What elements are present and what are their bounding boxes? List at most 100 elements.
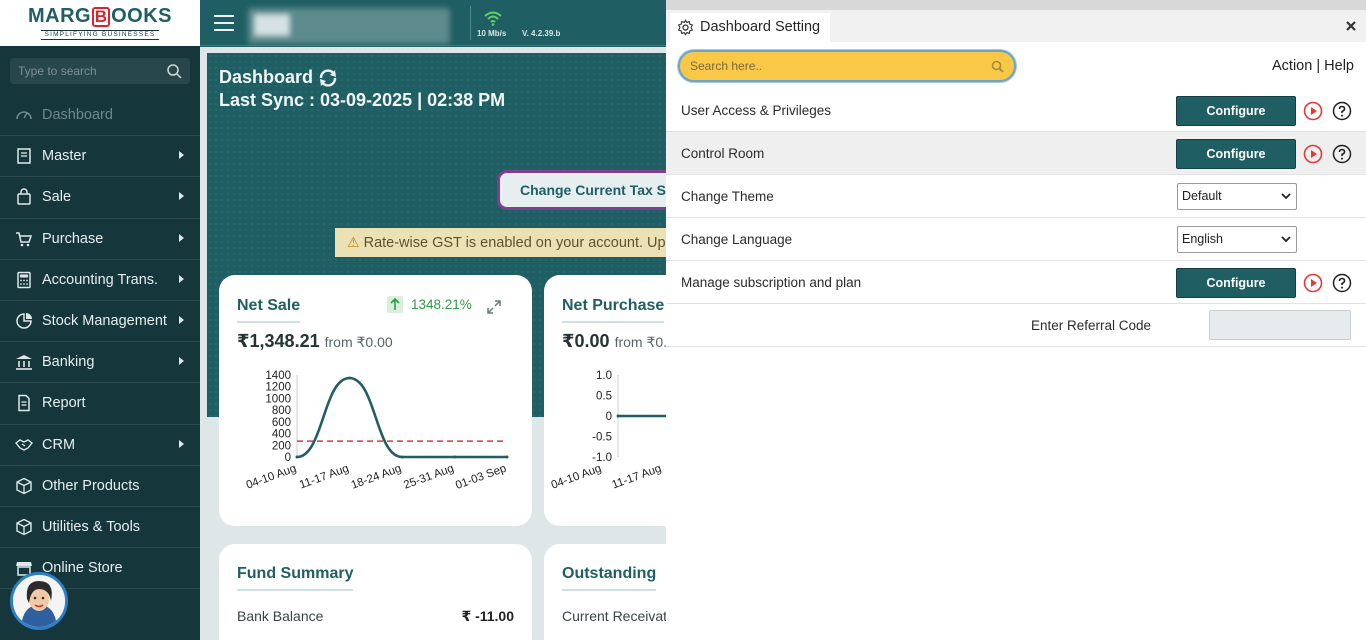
book-icon bbox=[14, 146, 34, 166]
sidebar-item-label: Dashboard bbox=[42, 107, 113, 124]
margbooks-logo[interactable]: MARG B OOKS SIMPLIFYING BUSINESSES bbox=[0, 0, 200, 46]
x-tick-label: 18-24 Aug bbox=[350, 463, 403, 492]
gst-notice-text: Rate-wise GST is enabled on your account… bbox=[363, 235, 675, 251]
sidebar-item-master[interactable]: Master bbox=[0, 136, 200, 178]
outstanding-card: Outstanding Current Receivat bbox=[544, 544, 684, 640]
sidebar-search bbox=[10, 58, 190, 84]
y-tick-label: 800 bbox=[272, 405, 291, 417]
settings-row-control-room: Control Room Configure bbox=[666, 132, 1366, 175]
sidebar-item-label: Master bbox=[42, 148, 87, 165]
configure-button[interactable]: Configure bbox=[1176, 96, 1296, 126]
help-icon[interactable] bbox=[1332, 144, 1352, 164]
data-point[interactable] bbox=[616, 414, 620, 418]
shopping-bag-icon bbox=[14, 187, 34, 207]
net-sale-change: 1348.21% bbox=[411, 297, 472, 312]
up-arrow-icon bbox=[387, 296, 403, 313]
data-point[interactable] bbox=[348, 376, 351, 380]
sidebar-item-purchase[interactable]: Purchase bbox=[0, 219, 200, 260]
chevron-right-icon bbox=[179, 151, 184, 160]
report-icon bbox=[14, 393, 34, 413]
data-point[interactable] bbox=[453, 455, 456, 459]
y-tick-label: 200 bbox=[272, 440, 291, 452]
settings-row-subscription: Manage subscription and plan Configure bbox=[666, 261, 1366, 304]
sidebar-item-label: Accounting Trans. bbox=[42, 271, 159, 288]
play-video-icon[interactable] bbox=[1303, 101, 1323, 121]
sidebar-item-stock-management[interactable]: Stock Management bbox=[0, 301, 200, 343]
sidebar-search-input[interactable] bbox=[18, 64, 158, 78]
company-info[interactable] bbox=[248, 8, 450, 44]
sidebar-item-accounting-trans[interactable]: Accounting Trans. bbox=[0, 260, 200, 301]
sidebar-item-label: Utilities & Tools bbox=[42, 518, 141, 535]
gst-notice: ⚠ Rate-wise GST is enabled on your accou… bbox=[335, 228, 675, 257]
data-point[interactable] bbox=[505, 455, 509, 459]
outstanding-title: Outstanding bbox=[562, 565, 657, 591]
menu-icon[interactable] bbox=[214, 15, 234, 31]
action-link[interactable]: Action bbox=[1272, 58, 1312, 74]
close-icon[interactable] bbox=[1344, 19, 1358, 33]
sidebar-item-label: Purchase bbox=[42, 230, 104, 247]
play-video-icon[interactable] bbox=[1303, 144, 1323, 164]
configure-button[interactable]: Configure bbox=[1176, 139, 1296, 169]
sidebar-item-label: Banking bbox=[42, 354, 95, 371]
configure-button[interactable]: Configure bbox=[1176, 268, 1296, 298]
chevron-right-icon bbox=[179, 233, 184, 242]
page-title: Dashboard bbox=[219, 67, 314, 87]
y-tick-label: -1.0 bbox=[592, 452, 612, 464]
y-tick-label: 1.0 bbox=[596, 370, 612, 382]
play-video-icon[interactable] bbox=[1303, 273, 1323, 293]
sidebar-item-banking[interactable]: Banking bbox=[0, 342, 200, 384]
y-tick-label: -0.5 bbox=[592, 432, 612, 444]
sidebar-nav: Dashboard Master Sale Purchase Accounting Tr… bbox=[0, 95, 200, 590]
x-tick-label: 04-10 Aug bbox=[245, 463, 298, 492]
change-tax-slab-button[interactable]: Change Current Tax Slab bbox=[497, 170, 687, 210]
fund-summary-title: Fund Summary bbox=[237, 565, 354, 591]
help-icon[interactable] bbox=[1332, 101, 1352, 121]
bank-balance-value: ₹ -11.00 bbox=[461, 608, 514, 624]
settings-row-change-language: Change Language English bbox=[666, 218, 1366, 261]
x-tick-label: 01-03 Sep bbox=[454, 463, 508, 492]
chevron-right-icon bbox=[179, 357, 184, 366]
row-label: Control Room bbox=[681, 146, 765, 161]
data-point[interactable] bbox=[295, 455, 299, 459]
sidebar-item-other-products[interactable]: Other Products bbox=[0, 466, 200, 507]
row-label: Change Theme bbox=[681, 189, 774, 204]
chevron-right-icon bbox=[179, 315, 184, 324]
sidebar-item-crm[interactable]: CRM bbox=[0, 425, 200, 466]
top-bar: 10 Mb/s V. 4.2.39.b bbox=[200, 0, 666, 46]
current-receivable-label: Current Receivat bbox=[562, 608, 668, 624]
sidebar-item-sale[interactable]: Sale bbox=[0, 177, 200, 219]
sidebar-item-label: Report bbox=[42, 395, 86, 412]
bank-icon bbox=[14, 352, 34, 372]
language-select[interactable]: English bbox=[1177, 226, 1297, 253]
y-tick-label: 0 bbox=[285, 452, 291, 464]
theme-select-value: Default bbox=[1182, 189, 1222, 203]
gear-icon bbox=[677, 19, 694, 36]
row-label: User Access & Privileges bbox=[681, 103, 832, 118]
sidebar-item-report[interactable]: Report bbox=[0, 383, 200, 425]
net-purchase-amount: ₹0.00 from ₹0. bbox=[562, 331, 668, 351]
settings-row-user-access: User Access & Privileges Configure bbox=[666, 89, 1366, 132]
search-icon[interactable] bbox=[991, 60, 1004, 73]
referral-code-input[interactable] bbox=[1209, 310, 1351, 340]
x-tick-label: 25-31 Aug bbox=[402, 463, 455, 492]
cart-icon bbox=[14, 229, 34, 249]
expand-icon[interactable] bbox=[486, 299, 502, 315]
assistant-avatar[interactable] bbox=[10, 572, 68, 630]
help-icon[interactable] bbox=[1332, 273, 1352, 293]
search-icon[interactable] bbox=[166, 63, 182, 79]
y-tick-label: 0.5 bbox=[596, 391, 612, 403]
box-icon bbox=[14, 517, 34, 537]
refresh-icon[interactable] bbox=[317, 67, 339, 89]
panel-search-input[interactable] bbox=[690, 59, 980, 73]
help-link[interactable]: Help bbox=[1324, 58, 1354, 74]
theme-select[interactable]: Default bbox=[1177, 183, 1297, 210]
y-tick-label: 1400 bbox=[265, 370, 291, 382]
panel-search-row: Action | Help bbox=[666, 42, 1366, 89]
sidebar-item-dashboard[interactable]: Dashboard bbox=[0, 95, 200, 137]
data-point[interactable] bbox=[400, 455, 404, 459]
topbar-divider bbox=[470, 6, 471, 40]
handshake-icon bbox=[14, 435, 34, 455]
sidebar-item-utilities-tools[interactable]: Utilities & Tools bbox=[0, 507, 200, 549]
y-tick-label: 400 bbox=[272, 429, 291, 441]
cubes-icon bbox=[14, 476, 34, 496]
